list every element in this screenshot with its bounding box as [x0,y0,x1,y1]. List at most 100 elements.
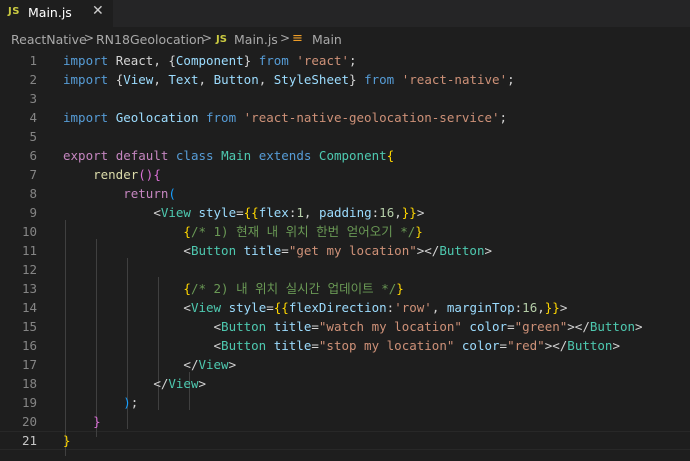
breadcrumb-item-rn18geolocation[interactable]: RN18Geolocation [96,32,205,47]
code-line[interactable]: 6 export default class Main extends Compo… [0,146,690,165]
code-token: Text [168,72,199,87]
code-editor[interactable]: 1 import React, {Component} from 'react';… [0,50,690,461]
code-token: 16 [522,300,538,315]
code-token: color [461,338,500,353]
code-text: </View> [63,355,236,374]
code-text: </View> [63,374,206,393]
code-token: > [198,376,207,391]
code-token: > [612,338,620,353]
code-line[interactable]: 13 {/* 2) 내 위치 실시간 업데이트 */} [0,279,690,298]
code-token: React, { [115,53,176,68]
code-token: = [236,205,244,220]
code-token: padding [318,205,372,220]
code-line[interactable]: 17 </View> [0,355,690,374]
code-token: /* 2) 내 위치 실시간 업데이트 */ [190,281,397,296]
breadcrumb: ReactNative > RN18Geolocation > JS Main.… [0,27,690,50]
code-token: import [63,53,116,68]
code-token: < [153,205,161,220]
code-token: > [228,357,237,372]
code-token: {{ [273,300,289,315]
code-token: Button [213,72,259,87]
code-token: import [63,110,116,125]
code-token: > [559,300,568,315]
line-number: 20 [21,414,37,429]
code-token: ) [123,395,131,410]
code-line[interactable]: 18 </View> [0,374,690,393]
close-icon[interactable]: ✕ [92,3,104,19]
code-token: import [63,72,116,87]
code-token: Main [221,148,259,163]
tab-bar: JS Main.js ✕ [0,0,690,27]
breadcrumb-item-reactnative[interactable]: ReactNative [11,32,87,47]
line-number: 10 [21,224,37,239]
line-number: 5 [29,129,37,144]
code-line[interactable]: 1 import React, {Component} from 'react'; [0,51,690,70]
code-token: ; [499,110,508,125]
javascript-file-icon: JS [8,6,20,17]
code-token: default [115,148,176,163]
javascript-file-icon: JS [216,34,227,45]
code-token: ; [507,72,515,87]
code-token: = [499,338,508,353]
code-token: > [416,205,425,220]
code-line[interactable]: 10 {/* 1) 현재 내 위치 한번 얻어오기 */} [0,222,690,241]
code-token: } [93,414,101,429]
code-line[interactable]: 3 [0,89,690,108]
code-line[interactable]: 11 <Button title="get my location"></But… [0,241,690,260]
code-token: style [198,205,237,220]
code-token: Button [221,338,274,353]
tab-main-js[interactable]: JS Main.js ✕ [0,0,113,27]
code-text: import React, {Component} from 'react'; [63,51,357,70]
code-token: View [123,72,154,87]
code-token: title [273,338,312,353]
line-number: 9 [29,205,37,220]
line-number: 19 [21,395,37,410]
line-number: 8 [29,186,37,201]
code-token: {{ [243,205,259,220]
code-line[interactable]: 14 <View style={{flexDirection:'row', ma… [0,298,690,317]
code-text: } [63,412,101,431]
code-line[interactable]: 9 <View style={{flex:1, padding:16,}}> [0,203,690,222]
code-token: ></ [416,243,440,258]
code-token: View [168,376,199,391]
code-token: ; [349,53,357,68]
breadcrumb-item-main-class[interactable]: Main [312,32,342,47]
code-token: () [138,167,154,182]
code-line[interactable]: 12 [0,260,690,279]
line-number: 1 [29,53,37,68]
code-text: <Button title="get my location"></Button… [63,241,492,260]
code-text: <View style={{flex:1, padding:16,}}> [63,203,424,222]
code-token: ( [168,186,176,201]
code-line[interactable]: 20 } [0,412,690,431]
code-token: Button [439,243,485,258]
line-number: 14 [21,300,37,315]
code-line[interactable]: 19 ); [0,393,690,412]
code-line[interactable]: 8 return( [0,184,690,203]
code-token: View [160,205,199,220]
code-token: 'row' [394,300,432,315]
line-number: 16 [21,338,37,353]
code-token: "red" [507,338,545,353]
line-number: 21 [21,433,37,448]
code-token: 'react-native-geolocation-service' [243,110,500,125]
code-token: { [183,224,191,239]
code-line[interactable]: 7 render(){ [0,165,690,184]
code-token: Button [190,243,244,258]
code-line[interactable]: 2 import {View, Text, Button, StyleSheet}… [0,70,690,89]
code-line[interactable]: 15 <Button title="watch my location" col… [0,317,690,336]
line-number: 4 [29,110,37,125]
code-token: < [183,243,191,258]
line-number: 13 [21,281,37,296]
code-line[interactable]: 5 [0,127,690,146]
code-line[interactable]: 4 import Geolocation from 'react-native-g… [0,108,690,127]
code-token: = [311,319,319,334]
line-number: 2 [29,72,37,87]
code-line[interactable]: 16 <Button title="stop my location" colo… [0,336,690,355]
breadcrumb-item-main-js[interactable]: Main.js [234,32,278,47]
code-token: render [93,167,139,182]
code-line[interactable]: 21} [0,431,690,450]
